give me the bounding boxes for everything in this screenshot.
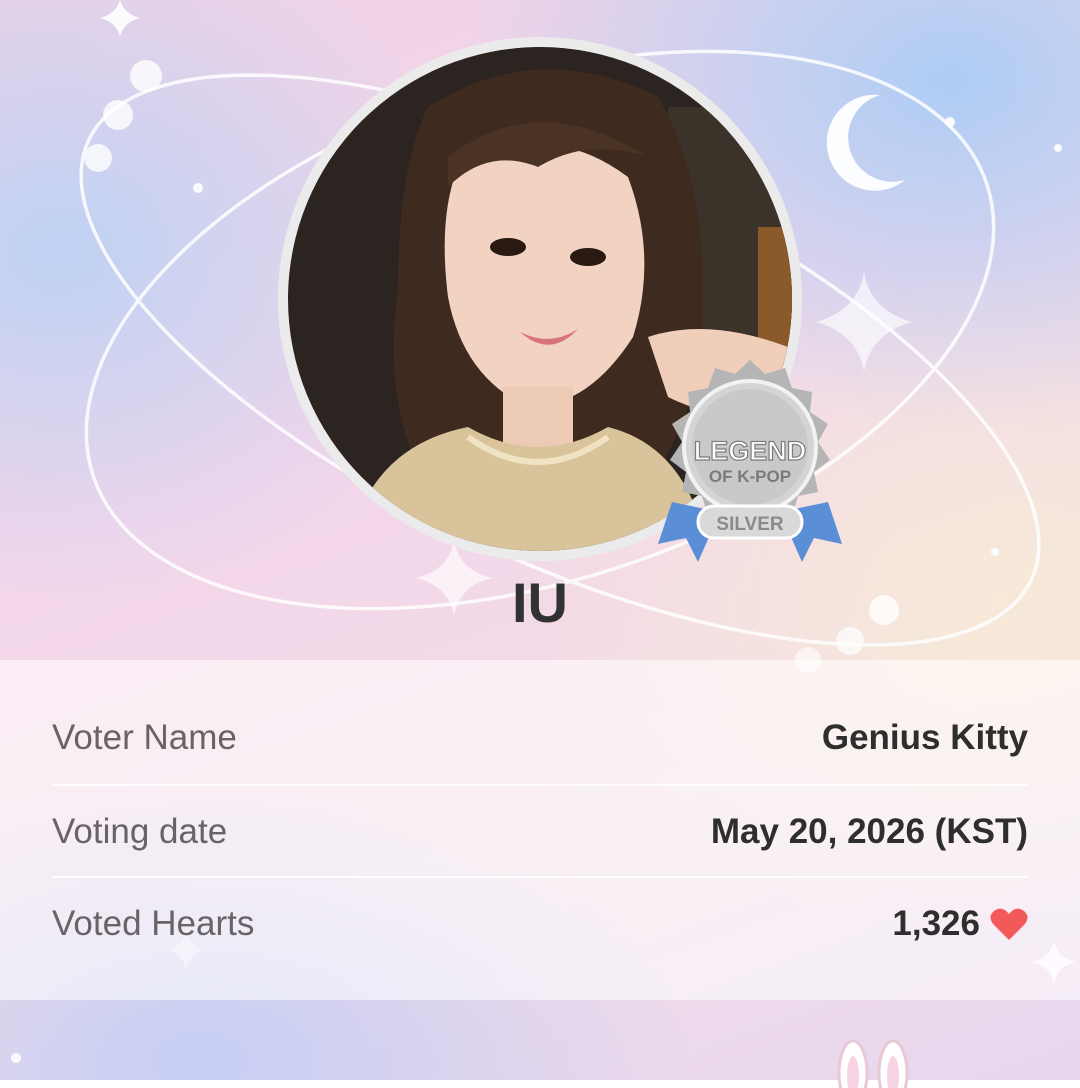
voter-name-row: Voter Name Genius Kitty: [52, 692, 1028, 784]
moon-icon: [826, 94, 905, 191]
artist-name: IU: [512, 571, 568, 634]
voted-hearts-row: Voted Hearts 1,326: [52, 876, 1028, 970]
orbit-bead: [130, 60, 162, 92]
badge-tier: SILVER: [716, 514, 783, 535]
voting-date-value: May 20, 2026 (KST): [710, 812, 1028, 851]
voter-name-label: Voter Name: [52, 718, 237, 757]
star-dot: [1054, 144, 1062, 152]
voted-hearts-value: 1,326: [892, 904, 980, 943]
sparkle-icon: [100, 0, 140, 36]
heart-icon: [990, 908, 1028, 940]
legend-badge-graphic: LEGEND OF K-POP SILVER: [658, 360, 842, 562]
voted-hearts-value-wrap: 1,326: [892, 904, 1028, 944]
orbit-bead: [103, 100, 133, 130]
badge-line1: LEGEND: [694, 436, 807, 466]
legend-badge: LEGEND OF K-POP SILVER: [650, 352, 850, 576]
star-dot: [193, 183, 203, 193]
voted-hearts-label: Voted Hearts: [52, 904, 255, 943]
star-dot: [11, 1053, 21, 1063]
orbit-bead: [84, 144, 112, 172]
voting-date-label: Voting date: [52, 812, 228, 851]
star-dot: [991, 548, 999, 556]
vote-info-panel: Voter Name Genius Kitty Voting date May …: [0, 660, 1080, 1000]
badge-line2: OF K-POP: [709, 467, 791, 486]
star-dot: [945, 117, 955, 127]
bunny-icon: [837, 1039, 909, 1088]
voter-name-value: Genius Kitty: [821, 718, 1028, 757]
voting-date-row: Voting date May 20, 2026 (KST): [52, 784, 1028, 878]
